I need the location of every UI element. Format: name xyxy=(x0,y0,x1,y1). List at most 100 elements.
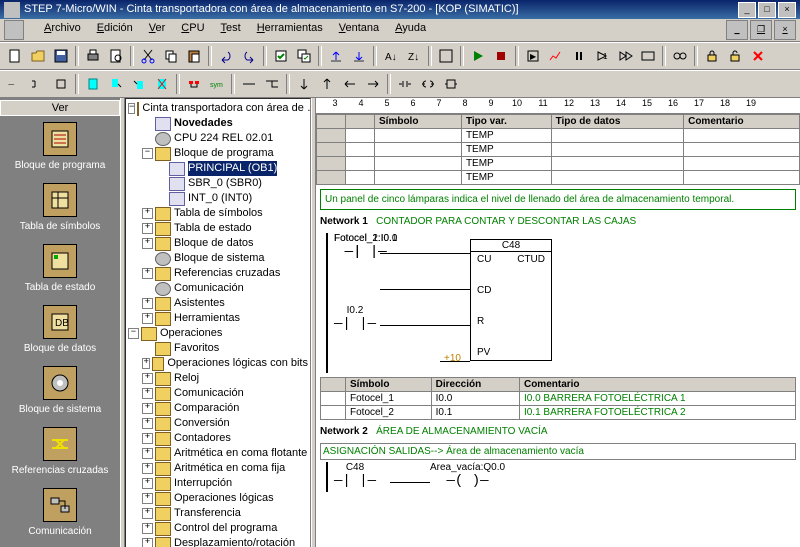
lock-button[interactable] xyxy=(701,45,723,67)
nav-bloque-sistema[interactable]: Bloque de sistema xyxy=(0,360,120,421)
child-restore-button[interactable]: ❐ xyxy=(750,20,772,40)
table-row[interactable]: Fotocel_1I0.0I0.0 BARRERA FOTOELÉCTRICA … xyxy=(321,392,796,406)
tree-expand-icon[interactable]: + xyxy=(142,358,150,369)
new-button[interactable] xyxy=(4,45,26,67)
tree-operaciones[interactable]: Operaciones xyxy=(160,326,222,341)
block-comment[interactable]: Un panel de cinco lámparas indica el niv… xyxy=(320,189,796,210)
pause-status-button[interactable] xyxy=(568,45,590,67)
nav-bloque-programa[interactable]: Bloque de programa xyxy=(0,116,120,177)
save-button[interactable] xyxy=(50,45,72,67)
insert-box-button[interactable] xyxy=(440,73,462,95)
delete-button[interactable] xyxy=(747,45,769,67)
var-cell-temp[interactable]: TEMP xyxy=(461,143,551,157)
ladder-network-1[interactable]: Fotocel_1:I0.0—| |— Fotocel_2:I0.1—| |— … xyxy=(320,233,796,373)
tree-asistentes[interactable]: Asistentes xyxy=(174,296,225,311)
close-button[interactable]: × xyxy=(778,2,796,18)
tree-desplazamiento[interactable]: Desplazamiento/rotación xyxy=(174,536,295,547)
var-cell-temp[interactable]: TEMP xyxy=(461,171,551,185)
line-up-button[interactable] xyxy=(316,73,338,95)
tree-expand-icon[interactable]: + xyxy=(142,268,153,279)
unlock-button[interactable] xyxy=(724,45,746,67)
multi-scan-button[interactable] xyxy=(614,45,636,67)
tree-expand-icon[interactable]: + xyxy=(142,313,153,324)
tree-tabla-estado[interactable]: Tabla de estado xyxy=(174,221,252,236)
child-minimize-button[interactable]: _ xyxy=(726,20,748,40)
tree-root[interactable]: Cinta transportadora con área de … xyxy=(142,101,311,116)
menu-ayuda[interactable]: Ayuda xyxy=(393,20,428,40)
tree-contadores[interactable]: Contadores xyxy=(174,431,231,446)
var-cell-temp[interactable]: TEMP xyxy=(461,157,551,171)
tree-conversion[interactable]: Conversión xyxy=(174,416,230,431)
child-close-button[interactable]: × xyxy=(774,20,796,40)
cut-button[interactable] xyxy=(137,45,159,67)
coil-area-vacia[interactable]: Area_vacía:Q0.0—( )— xyxy=(430,462,505,489)
tree-sbr[interactable]: SBR_0 (SBR0) xyxy=(188,176,262,191)
tree-novedades[interactable]: Novedades xyxy=(174,116,233,131)
single-scan-button[interactable]: 1 xyxy=(591,45,613,67)
nav-tabla-simbolos[interactable]: Tabla de símbolos xyxy=(0,177,120,238)
line-left-button[interactable] xyxy=(339,73,361,95)
prev-bookmark-button[interactable] xyxy=(128,73,150,95)
tree-reloj[interactable]: Reloj xyxy=(174,371,199,386)
tree-bloque-datos[interactable]: Bloque de datos xyxy=(174,236,254,251)
copy-button[interactable] xyxy=(160,45,182,67)
var-cell-temp[interactable]: TEMP xyxy=(461,129,551,143)
tree-expand-icon[interactable]: + xyxy=(142,523,153,534)
nav-ajustar-interface[interactable]: Ajustar interface PG/PC xyxy=(0,543,120,547)
open-button[interactable] xyxy=(27,45,49,67)
tree-expand-icon[interactable]: + xyxy=(142,223,153,234)
nav-comunicacion[interactable]: Comunicación xyxy=(0,482,120,543)
menu-ver[interactable]: Ver xyxy=(147,20,168,40)
tree-collapse-icon[interactable]: − xyxy=(128,328,139,339)
tree-referencias[interactable]: Referencias cruzadas xyxy=(174,266,280,281)
network-2-title[interactable]: Network 2 ÁREA DE ALMACENAMIENTO VACÍA xyxy=(320,426,796,437)
tree-expand-icon[interactable]: + xyxy=(142,388,153,399)
tree-cpu[interactable]: CPU 224 REL 02.01 xyxy=(174,131,273,146)
network-2-comment[interactable]: ASIGNACIÓN SALIDAS--> Área de almacenami… xyxy=(320,443,796,460)
sort-asc-button[interactable]: A↓ xyxy=(380,45,402,67)
tree-expand-icon[interactable]: + xyxy=(142,238,153,249)
view-fbd-button[interactable] xyxy=(50,73,72,95)
view-stl-button[interactable]: ㅡ xyxy=(4,73,26,95)
tree-herramientas[interactable]: Herramientas xyxy=(174,311,240,326)
tree-op-logicas[interactable]: Operaciones lógicas xyxy=(174,491,274,506)
tree-arit-fija[interactable]: Aritmética en coma fija xyxy=(174,461,285,476)
view-lad-button[interactable] xyxy=(27,73,49,95)
table-row[interactable]: Fotocel_2I0.1I0.1 BARRERA FOTOELÉCTRICA … xyxy=(321,406,796,420)
insert-contact-button[interactable] xyxy=(394,73,416,95)
tree-expand-icon[interactable]: + xyxy=(142,448,153,459)
tree-op-bits[interactable]: Operaciones lógicas con bits xyxy=(167,356,308,371)
tree-expand-icon[interactable]: + xyxy=(142,493,153,504)
tree-expand-icon[interactable]: + xyxy=(142,403,153,414)
network-1-title[interactable]: Network 1 CONTADOR PARA CONTAR Y DESCONT… xyxy=(320,216,796,227)
variable-table[interactable]: SímboloTipo var.Tipo de datosComentario … xyxy=(316,114,800,185)
tree-collapse-icon[interactable]: − xyxy=(128,103,135,114)
tree-interrupcion[interactable]: Interrupción xyxy=(174,476,232,491)
toggle-bookmark-button[interactable] xyxy=(82,73,104,95)
tree-expand-icon[interactable]: + xyxy=(142,298,153,309)
menu-test[interactable]: Test xyxy=(219,20,243,40)
glasses-button[interactable] xyxy=(669,45,691,67)
tree-arit-flotante[interactable]: Aritmética en coma flotante xyxy=(174,446,307,461)
editor-scroll[interactable]: Un panel de cinco lámparas indica el niv… xyxy=(316,185,800,547)
menu-ventana[interactable]: Ventana xyxy=(337,20,381,40)
contact-fotocel2[interactable]: Fotocel_2:I0.1—| |— xyxy=(334,233,397,260)
tree-control-programa[interactable]: Control del programa xyxy=(174,521,277,536)
upload-button[interactable] xyxy=(325,45,347,67)
options-button[interactable] xyxy=(435,45,457,67)
status-chart-button[interactable] xyxy=(637,45,659,67)
tree-comunicacion[interactable]: Comunicación xyxy=(174,281,244,296)
print-button[interactable] xyxy=(82,45,104,67)
constant-plus10[interactable]: +10 xyxy=(444,353,461,364)
menu-herramientas[interactable]: Herramientas xyxy=(255,20,325,40)
menu-cpu[interactable]: CPU xyxy=(179,20,206,40)
download-button[interactable] xyxy=(348,45,370,67)
add-line-button[interactable] xyxy=(238,73,260,95)
compile-all-button[interactable] xyxy=(293,45,315,67)
tree-expand-icon[interactable]: + xyxy=(142,478,153,489)
sort-desc-button[interactable]: Z↓ xyxy=(403,45,425,67)
symbol-table[interactable]: SímboloDirecciónComentario Fotocel_1I0.0… xyxy=(320,377,796,420)
chart-button[interactable] xyxy=(545,45,567,67)
redo-button[interactable] xyxy=(238,45,260,67)
contact-i02[interactable]: I0.2—| |— xyxy=(334,305,376,332)
